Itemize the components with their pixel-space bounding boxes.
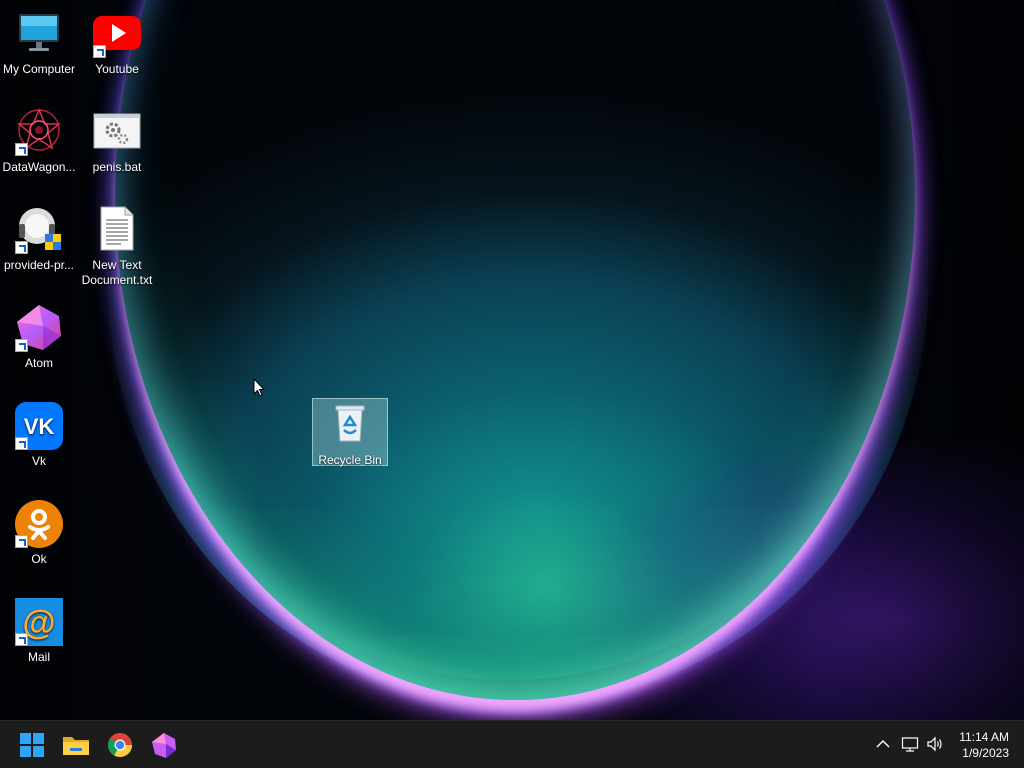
windows-start-icon xyxy=(20,733,44,757)
desktop-icon-mail[interactable]: @ Mail xyxy=(0,598,78,665)
desktop-icon-youtube[interactable]: Youtube xyxy=(78,10,156,77)
text-file-icon xyxy=(93,206,141,254)
ok-icon xyxy=(15,500,63,548)
shortcut-arrow-icon xyxy=(15,339,28,352)
clock-date[interactable]: 1/9/2023 xyxy=(939,746,1009,760)
clock-time[interactable]: 11:14 AM xyxy=(939,730,1009,744)
atom-icon xyxy=(152,733,176,758)
start-button[interactable] xyxy=(16,729,48,761)
shortcut-arrow-icon xyxy=(15,535,28,548)
desktop-icon-ok[interactable]: Ok xyxy=(0,500,78,567)
icon-label: Atom xyxy=(24,356,53,370)
atom-icon xyxy=(15,304,63,352)
chrome-icon xyxy=(108,733,132,758)
desktop-icon-datawagon[interactable]: DataWagon... xyxy=(0,108,78,175)
shortcut-arrow-icon xyxy=(15,143,28,156)
provided-app-icon xyxy=(15,206,63,254)
desktop-icon-vk[interactable]: VK Vk xyxy=(0,402,78,469)
youtube-icon xyxy=(93,10,141,58)
desktop-icon-text-document[interactable]: New Text Document.txt xyxy=(78,206,156,288)
icon-label: provided-pr... xyxy=(3,258,75,272)
icon-label: My Computer xyxy=(2,62,76,76)
chevron-up-icon[interactable] xyxy=(874,735,892,753)
desktop-icon-atom[interactable]: Atom xyxy=(0,304,78,371)
mail-icon: @ xyxy=(15,598,63,646)
icon-label: Recycle Bin xyxy=(318,453,382,467)
icon-label: Ok xyxy=(31,552,47,566)
shortcut-arrow-icon xyxy=(93,45,106,58)
icon-label: penis.bat xyxy=(92,160,142,174)
taskbar-chrome[interactable] xyxy=(104,729,136,761)
shortcut-arrow-icon xyxy=(15,633,28,646)
shortcut-arrow-icon xyxy=(15,241,28,254)
datawagon-icon xyxy=(15,108,63,156)
vk-icon: VK xyxy=(15,402,63,450)
desktop-icon-recycle-bin[interactable]: Recycle Bin xyxy=(312,398,388,467)
icon-label: Youtube xyxy=(95,62,139,76)
taskbar-file-explorer[interactable] xyxy=(60,729,92,761)
desktop-icon-bat-file[interactable]: penis.bat xyxy=(78,108,156,175)
mouse-cursor-icon xyxy=(253,378,265,397)
taskbar-atom[interactable] xyxy=(148,729,180,761)
bat-file-icon xyxy=(93,108,141,156)
desktop-icon-my-computer[interactable]: My Computer xyxy=(0,10,78,77)
network-icon[interactable] xyxy=(901,735,919,753)
icon-label: New Text Document.txt xyxy=(81,258,153,287)
recycle-bin-icon xyxy=(330,403,370,443)
desktop[interactable]: My Computer Youtube DataWagon... penis.b… xyxy=(0,0,1024,720)
shortcut-arrow-icon xyxy=(15,437,28,450)
svg-text:VK: VK xyxy=(24,414,55,439)
icon-label: DataWagon... xyxy=(2,160,76,174)
folder-icon xyxy=(63,737,89,755)
taskbar: 11:14 AM 1/9/2023 xyxy=(0,720,1024,768)
icon-label: Vk xyxy=(31,454,46,468)
desktop-icon-provided-app[interactable]: provided-pr... xyxy=(0,206,78,273)
monitor-icon xyxy=(15,10,63,58)
icon-label: Mail xyxy=(27,650,50,664)
